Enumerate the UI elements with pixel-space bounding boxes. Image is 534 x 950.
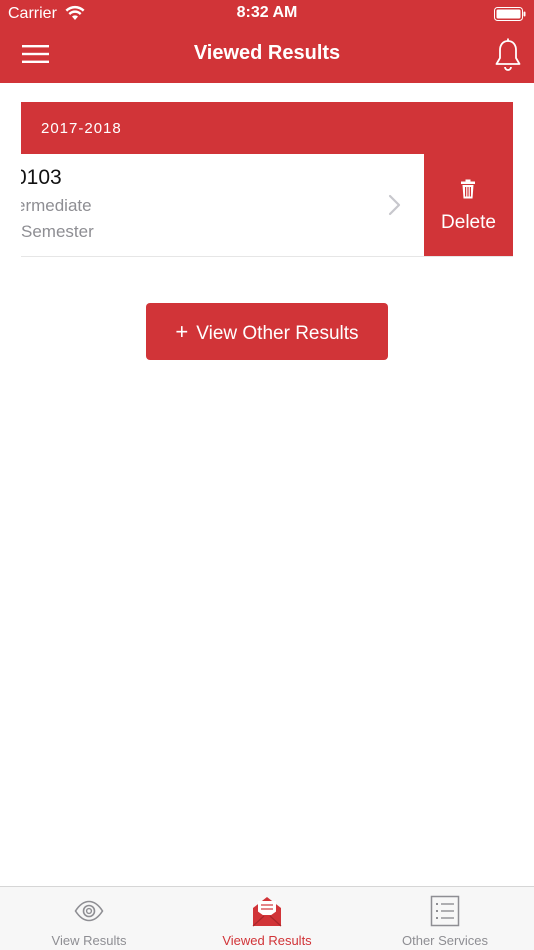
view-other-results-button[interactable]: + View Other Results: [146, 303, 388, 360]
academic-year-header: 2017-2018: [21, 102, 513, 154]
delete-label: Delete: [441, 212, 496, 233]
list-icon: [430, 895, 460, 927]
trash-icon: [461, 179, 475, 199]
battery-icon: [494, 7, 526, 21]
tab-viewed-results[interactable]: Viewed Results: [178, 887, 356, 950]
top-bar: Carrier 8:32 AM Viewed Results: [0, 0, 534, 83]
tab-view-results-label: View Results: [51, 933, 127, 948]
tab-bar: View Results Viewed Results Other Servic…: [0, 886, 534, 950]
status-bar: Carrier 8:32 AM: [0, 0, 534, 28]
page-title: Viewed Results: [193, 42, 341, 64]
chevron-right-icon: [388, 194, 401, 216]
result-item-content[interactable]: 0103 ermediate Semester: [21, 154, 424, 256]
tab-viewed-results-label: Viewed Results: [222, 933, 312, 948]
open-envelope-icon: [252, 897, 282, 927]
result-level: ermediate: [21, 196, 92, 215]
status-time: 8:32 AM: [236, 4, 298, 21]
delete-button[interactable]: Delete: [424, 154, 513, 256]
bell-icon[interactable]: [494, 38, 522, 72]
tab-other-services-label: Other Services: [402, 933, 488, 948]
eye-icon: [74, 900, 104, 922]
tab-view-results[interactable]: View Results: [0, 887, 178, 950]
result-list-item[interactable]: 0103 ermediate Semester Delete: [21, 154, 513, 257]
result-code: 0103: [21, 166, 62, 189]
result-semester: Semester: [21, 222, 94, 241]
plus-icon: +: [175, 319, 189, 344]
tab-other-services[interactable]: Other Services: [356, 887, 534, 950]
view-other-results-label: View Other Results: [196, 323, 359, 344]
